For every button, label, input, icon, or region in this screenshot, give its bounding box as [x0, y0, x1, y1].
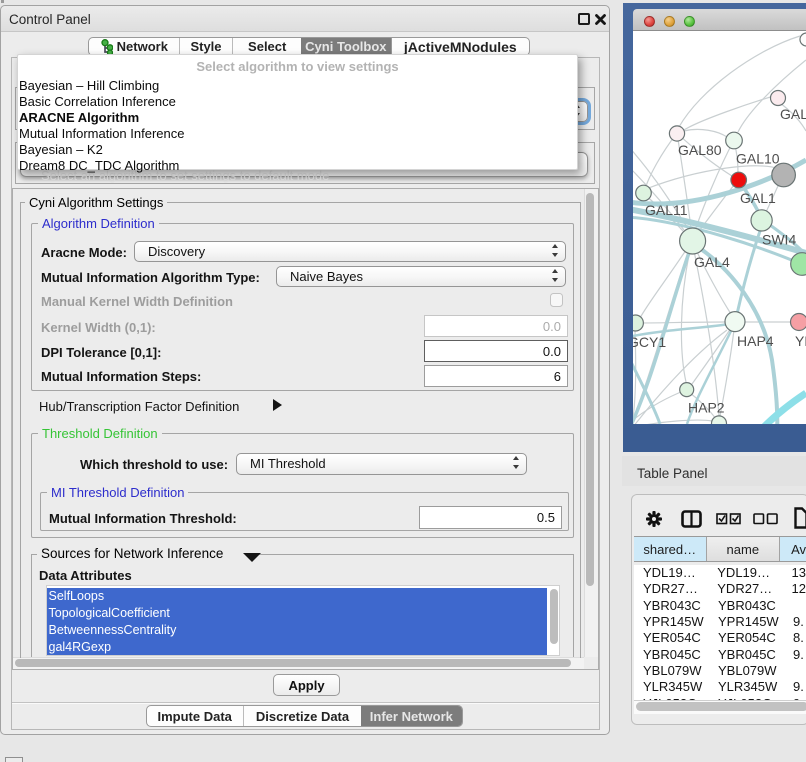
svg-text:YP: YP: [795, 333, 806, 349]
svg-text:GAL1: GAL1: [740, 190, 776, 206]
svg-text:GAL11: GAL11: [645, 202, 688, 218]
svg-text:GAL2: GAL2: [780, 106, 806, 122]
svg-text:SWI4: SWI4: [762, 232, 796, 248]
svg-text:HAP4: HAP4: [737, 333, 774, 349]
svg-text:GCY1: GCY1: [633, 334, 666, 350]
svg-text:GAL10: GAL10: [736, 151, 780, 167]
svg-text:HAP2: HAP2: [688, 400, 725, 416]
svg-text:GAL4: GAL4: [694, 254, 730, 270]
svg-text:GAL80: GAL80: [678, 142, 722, 158]
